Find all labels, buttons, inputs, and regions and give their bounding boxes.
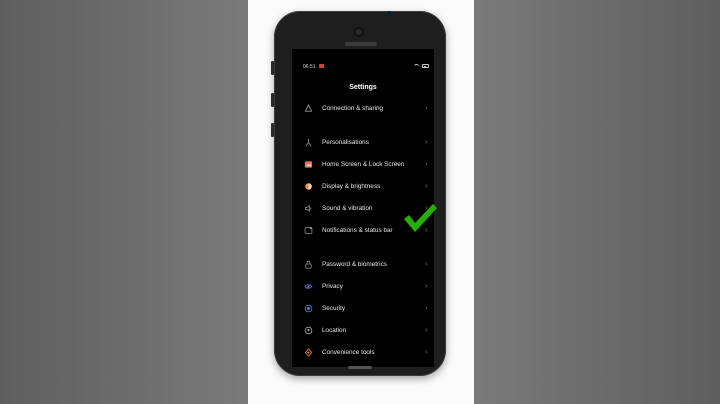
chevron-right-icon: › <box>425 303 428 312</box>
settings-item-password-biometrics[interactable]: Password & biometrics › <box>292 256 434 274</box>
chevron-right-icon: › <box>425 281 428 290</box>
settings-item-home-lock-screen[interactable]: Home Screen & Lock Screen › <box>292 156 434 174</box>
front-camera <box>354 27 364 37</box>
settings-item-label: Security <box>322 305 346 312</box>
settings-item-security[interactable]: Security › <box>292 300 434 318</box>
settings-item-label: Sound & vibration <box>322 205 373 212</box>
connection-sharing-icon <box>304 104 313 112</box>
wifi-icon <box>414 64 419 69</box>
privacy-eye-icon <box>304 283 313 290</box>
earpiece-speaker <box>345 42 377 46</box>
sound-vibration-icon <box>304 205 312 212</box>
convenience-tools-icon <box>304 348 313 357</box>
settings-item-label: Notifications & status bar <box>322 227 393 234</box>
chevron-right-icon: › <box>425 181 428 190</box>
right-blurred-background <box>474 0 720 404</box>
checkmark-icon <box>404 204 437 232</box>
chevron-right-icon: › <box>425 137 428 146</box>
home-lock-screen-icon <box>304 161 313 168</box>
left-blurred-background <box>0 0 248 404</box>
home-indicator <box>348 366 372 369</box>
settings-item-label: Display & brightness <box>322 183 381 190</box>
notifications-status-bar-icon <box>304 227 313 234</box>
settings-item-location[interactable]: Location › <box>292 322 434 340</box>
status-bar: 06:51 <box>292 59 434 71</box>
settings-item-label: Convenience tools <box>322 349 375 356</box>
settings-item-privacy[interactable]: Privacy › <box>292 278 434 296</box>
chevron-right-icon: › <box>425 259 428 268</box>
settings-item-label: Location <box>322 327 347 334</box>
page-title: Settings <box>349 84 377 91</box>
lock-icon <box>305 260 312 269</box>
phone-side-button <box>271 93 274 107</box>
display-brightness-icon <box>305 183 312 190</box>
camera-dot <box>386 11 392 17</box>
settings-item-display-brightness[interactable]: Display & brightness › <box>292 178 434 196</box>
shield-icon <box>304 304 313 313</box>
chevron-right-icon: › <box>425 103 428 112</box>
phone-frame: 06:51 Settings Connection & sharing › Pe… <box>271 11 446 376</box>
personalisations-icon <box>305 138 312 147</box>
settings-item-convenience-tools[interactable]: Convenience tools › <box>292 344 434 362</box>
battery-icon <box>422 64 429 68</box>
recording-indicator-icon <box>319 64 324 68</box>
chevron-right-icon: › <box>425 325 428 334</box>
chevron-right-icon: › <box>425 159 428 168</box>
location-pin-icon <box>304 326 313 335</box>
phone-side-button <box>271 123 274 137</box>
status-time: 06:51 <box>303 64 316 70</box>
settings-item-label: Privacy <box>322 283 343 290</box>
settings-item-connection-sharing[interactable]: Connection & sharing › <box>292 100 434 118</box>
settings-item-personalisations[interactable]: Personalisations › <box>292 134 434 152</box>
settings-item-label: Password & biometrics <box>322 261 387 268</box>
chevron-right-icon: › <box>425 347 428 356</box>
settings-item-label: Connection & sharing <box>322 105 384 112</box>
settings-item-label: Home Screen & Lock Screen <box>322 161 405 168</box>
settings-item-label: Personalisations <box>322 139 369 146</box>
phone-side-button <box>271 61 274 75</box>
